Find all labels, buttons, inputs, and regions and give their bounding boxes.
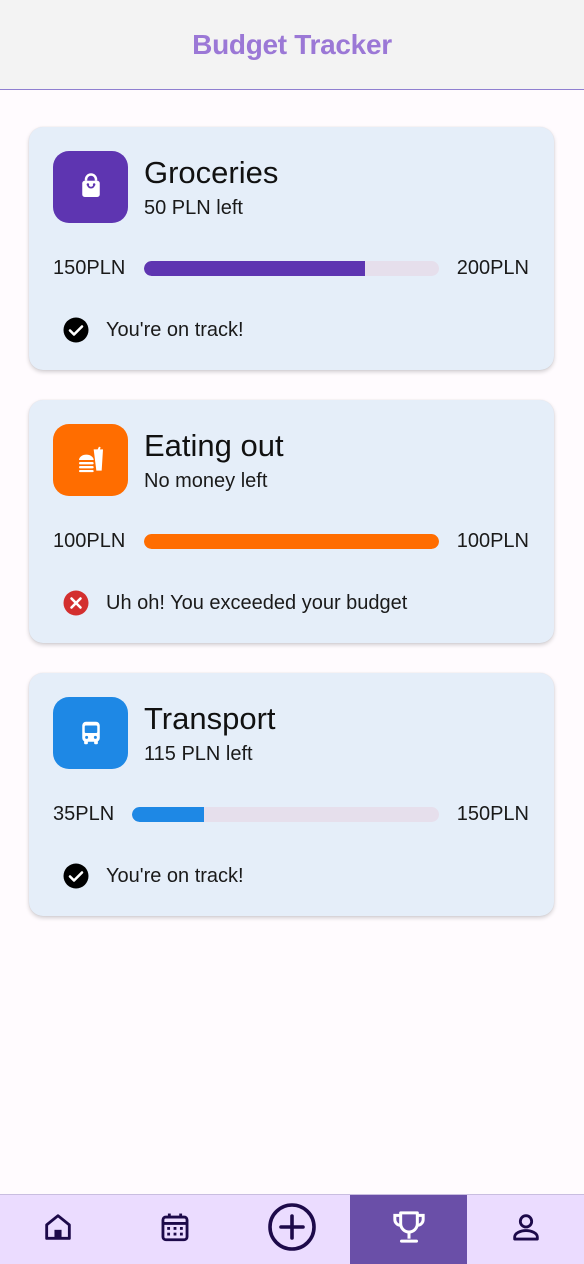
budget-progress-bar (144, 261, 439, 276)
add-circle-icon (267, 1202, 317, 1257)
budget-progress-fill (144, 534, 439, 549)
nav-achievements[interactable] (350, 1195, 468, 1264)
budget-status: You're on track! (63, 863, 244, 889)
budget-card-groceries[interactable]: Groceries 50 PLN left 150PLN 200PLN You'… (29, 127, 554, 370)
budget-card-eating-out[interactable]: Eating out No money left 100PLN 100PLN U… (29, 400, 554, 643)
limit-amount: 150PLN (456, 803, 529, 825)
budget-progress-fill (144, 261, 366, 276)
check-circle-icon (63, 317, 89, 343)
page-title: Budget Tracker (192, 28, 392, 60)
category-name: Eating out (144, 428, 284, 463)
check-circle-icon (63, 863, 89, 889)
category-name: Transport (144, 701, 276, 736)
spent-amount: 35PLN (53, 803, 115, 825)
bottom-navigation (0, 1194, 584, 1264)
calendar-icon (158, 1210, 192, 1249)
status-text: You're on track! (106, 864, 244, 887)
bus-icon (53, 697, 128, 769)
spent-amount: 150PLN (53, 257, 126, 279)
budget-progress-fill (132, 807, 204, 822)
nav-calendar[interactable] (117, 1195, 234, 1264)
category-name: Groceries (144, 155, 279, 190)
budget-status: You're on track! (63, 317, 244, 343)
shopping-bag-icon (53, 151, 128, 223)
app-bar: Budget Tracker (0, 0, 584, 90)
budget-progress-bar (132, 807, 439, 822)
status-text: You're on track! (106, 318, 244, 341)
budget-card-transport[interactable]: Transport 115 PLN left 35PLN 150PLN You'… (29, 673, 554, 916)
error-circle-icon (63, 590, 89, 616)
nav-home[interactable] (0, 1195, 117, 1264)
status-text: Uh oh! You exceeded your budget (106, 591, 408, 614)
fastfood-icon (53, 424, 128, 496)
remaining-amount: No money left (144, 470, 268, 492)
home-icon (41, 1210, 75, 1249)
limit-amount: 200PLN (456, 257, 529, 279)
limit-amount: 100PLN (456, 530, 529, 552)
nav-profile[interactable] (467, 1195, 584, 1264)
budget-status: Uh oh! You exceeded your budget (63, 590, 407, 616)
spent-amount: 100PLN (53, 530, 126, 552)
nav-add[interactable] (234, 1195, 351, 1264)
budget-progress-bar (144, 534, 439, 549)
remaining-amount: 115 PLN left (144, 743, 253, 765)
remaining-amount: 50 PLN left (144, 197, 243, 219)
person-icon (509, 1210, 543, 1249)
trophy-icon (389, 1207, 429, 1252)
